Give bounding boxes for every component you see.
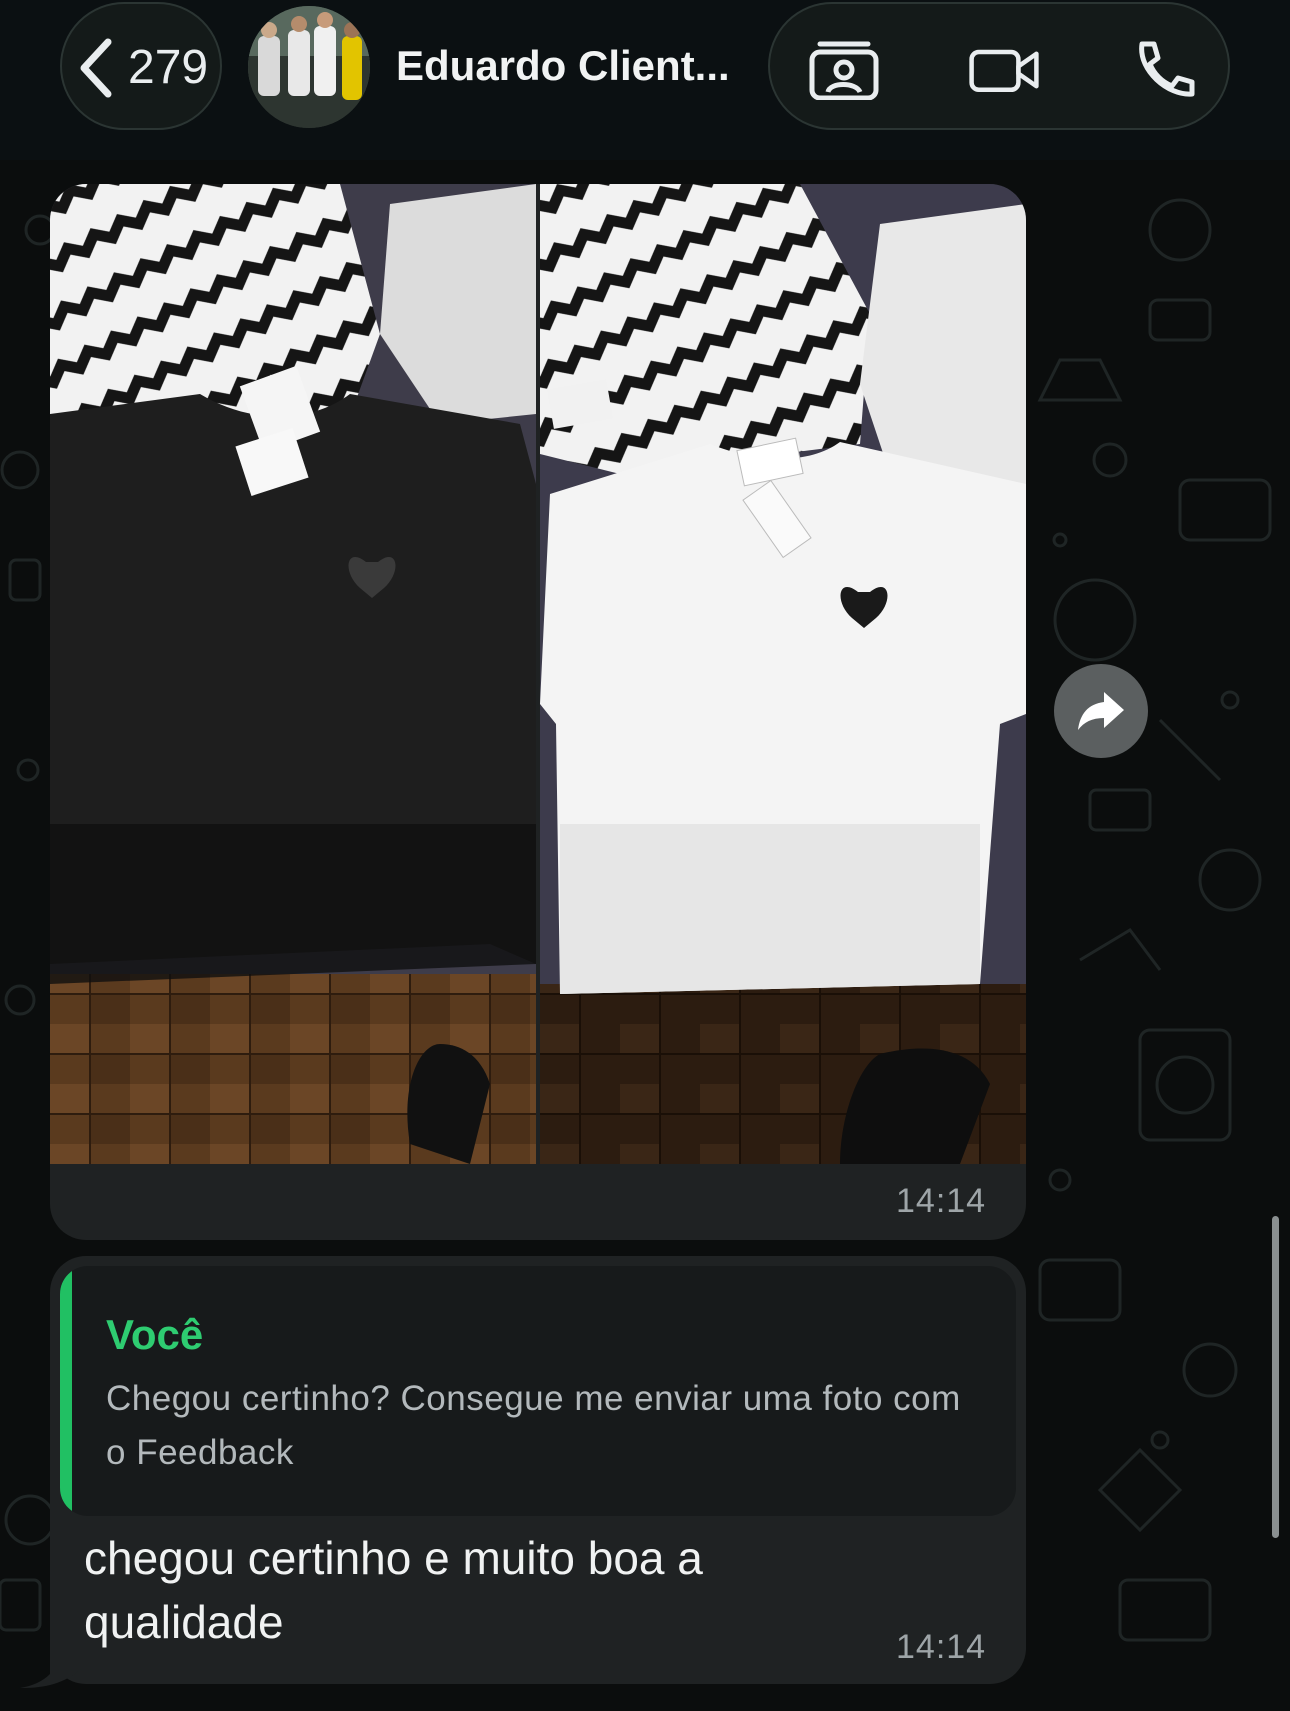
- media-message-bubble[interactable]: 14:14: [50, 184, 1026, 1240]
- quote-text: Chegou certinho? Consegue me enviar uma …: [106, 1379, 961, 1472]
- message-time: 14:14: [896, 1628, 987, 1666]
- quoted-message[interactable]: Você Chegou certinho? Consegue me enviar…: [60, 1266, 1016, 1516]
- scrollbar[interactable]: [1272, 1216, 1279, 1538]
- unread-count: 279: [128, 41, 209, 94]
- reply-message-bubble[interactable]: Você Chegou certinho? Consegue me enviar…: [50, 1256, 1026, 1684]
- bubble-tail: [20, 1640, 80, 1688]
- message-text: chegou certinho e muito boa a qualidade: [84, 1532, 703, 1648]
- message-time: 14:14: [896, 1182, 987, 1220]
- avatar-image: [248, 6, 370, 128]
- forward-arrow-icon: [1078, 692, 1124, 730]
- chevron-left-icon: [80, 38, 112, 98]
- photo-black-tshirt[interactable]: [50, 184, 536, 1164]
- contact-name[interactable]: Eduardo Client...: [396, 40, 736, 92]
- contact-avatar[interactable]: [248, 6, 370, 128]
- video-camera-icon[interactable]: [968, 40, 1040, 100]
- quote-accent-bar: [60, 1266, 72, 1516]
- white-tshirt-image: [540, 184, 1026, 1164]
- header-actions: [768, 2, 1230, 130]
- phone-icon[interactable]: [1128, 40, 1200, 100]
- forward-button[interactable]: [1054, 664, 1148, 758]
- photo-white-tshirt[interactable]: [540, 184, 1026, 1164]
- black-tshirt-image: [50, 184, 536, 1164]
- chat-header: 279 Eduardo Client...: [0, 0, 1290, 160]
- back-button[interactable]: 279: [60, 2, 222, 130]
- contact-card-icon[interactable]: [808, 40, 880, 100]
- quote-author: Você: [106, 1311, 204, 1358]
